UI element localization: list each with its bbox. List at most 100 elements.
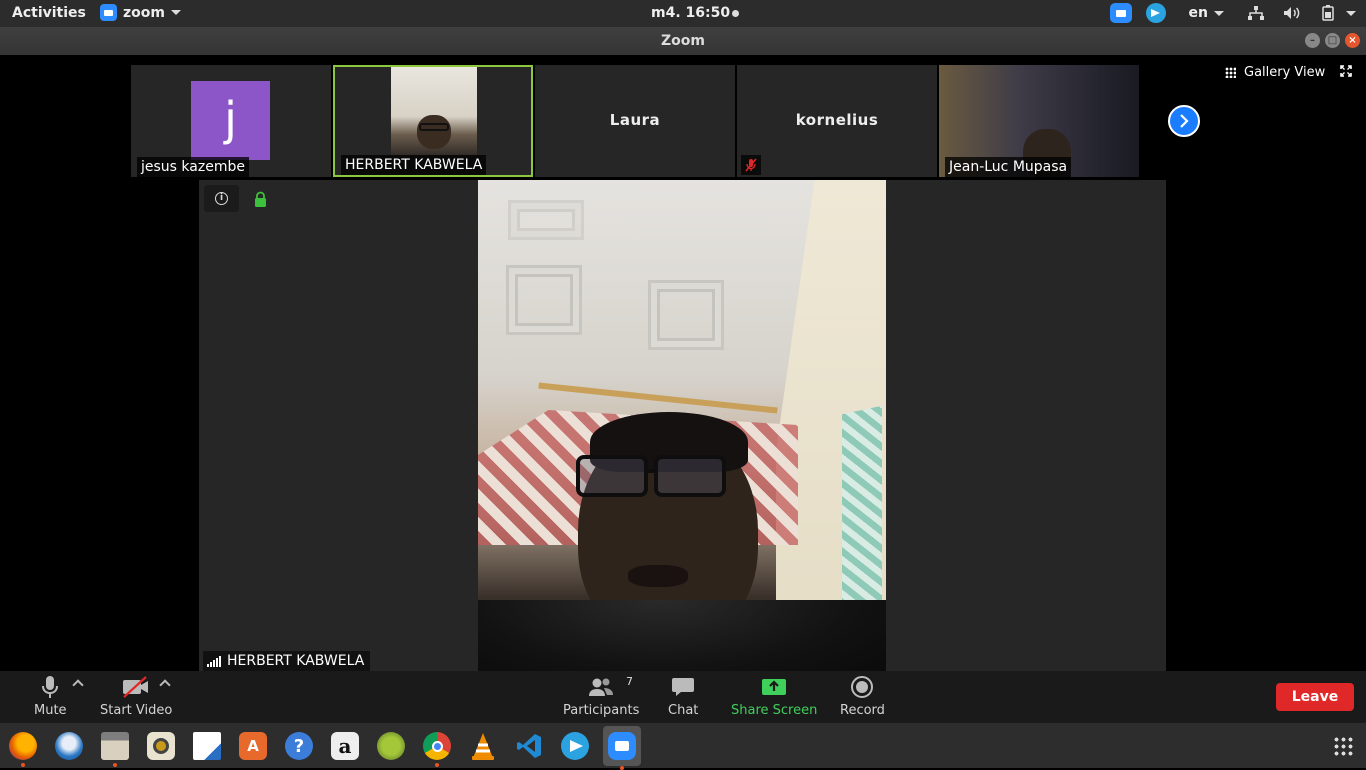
clock[interactable]: m4. 16:50 bbox=[651, 5, 740, 21]
system-top-bar: Activities zoom m4. 16:50 en bbox=[0, 0, 1366, 27]
chat-button[interactable]: Chat bbox=[668, 675, 698, 718]
chat-label: Chat bbox=[668, 703, 699, 718]
participant-tile-herbert-kabwela[interactable]: HERBERT KABWELA bbox=[333, 65, 533, 177]
window-title-bar: Zoom – □ × bbox=[0, 27, 1366, 55]
battery-icon[interactable] bbox=[1317, 3, 1339, 23]
video-curtain-rod bbox=[538, 382, 778, 414]
connection-signal-icon bbox=[207, 655, 221, 667]
amazon-icon[interactable]: a bbox=[328, 729, 362, 763]
video-mouth bbox=[628, 565, 688, 587]
help-icon[interactable]: ? bbox=[282, 729, 316, 763]
fullscreen-icon[interactable] bbox=[1340, 65, 1352, 77]
zoom-tray-icon[interactable] bbox=[1109, 3, 1132, 23]
participant-name: Laura bbox=[609, 111, 661, 129]
participant-video bbox=[391, 67, 477, 157]
participants-icon bbox=[589, 678, 614, 696]
video-face bbox=[417, 115, 451, 149]
clock-text: m4. 16:50 bbox=[651, 5, 731, 21]
show-applications-icon[interactable] bbox=[1333, 736, 1353, 756]
participant-tile-jean-luc-mupasa[interactable]: Jean-Luc Mupasa bbox=[939, 65, 1139, 177]
close-icon[interactable]: × bbox=[1345, 33, 1360, 48]
share-screen-label: Share Screen bbox=[731, 703, 818, 718]
video-off-icon bbox=[123, 676, 149, 698]
app-menu-label: zoom bbox=[123, 4, 165, 21]
video-ceiling-panel bbox=[508, 200, 584, 240]
gallery-view-button[interactable]: Gallery View bbox=[1225, 65, 1325, 80]
amazon-glyph: a bbox=[331, 732, 359, 760]
participant-name: jesus kazembe bbox=[137, 157, 249, 177]
participant-name: HERBERT KABWELA bbox=[341, 155, 487, 175]
vlc-icon[interactable] bbox=[466, 729, 500, 763]
leave-meeting-button[interactable]: Leave bbox=[1276, 683, 1354, 711]
system-tray: en bbox=[1103, 3, 1366, 23]
meeting-info-button[interactable]: i bbox=[204, 185, 239, 212]
video-glasses-right bbox=[654, 455, 726, 497]
participant-strip: j jesus kazembe HERBERT KABWELA Laura ko… bbox=[0, 55, 1366, 180]
next-page-button[interactable] bbox=[1168, 105, 1200, 137]
video-glasses-bridge bbox=[646, 469, 658, 473]
android-glyph bbox=[377, 732, 405, 760]
chevron-down-icon bbox=[1214, 10, 1224, 16]
video-jacket bbox=[478, 600, 886, 671]
meeting-controls-bar: Mute Start Video Participants 7 Chat Sha… bbox=[0, 671, 1366, 723]
thunderbird-icon[interactable] bbox=[52, 729, 86, 763]
running-indicator bbox=[620, 766, 624, 770]
chrome-icon[interactable] bbox=[420, 729, 454, 767]
record-button[interactable]: Record bbox=[840, 675, 885, 718]
video-glasses-left bbox=[576, 455, 648, 497]
speaker-video bbox=[478, 180, 886, 671]
participant-tile-jesus-kazembe[interactable]: j jesus kazembe bbox=[131, 65, 331, 177]
notification-dot-icon bbox=[732, 9, 740, 17]
rhythmbox-icon[interactable] bbox=[144, 729, 178, 763]
window-controls: – □ × bbox=[1305, 33, 1360, 48]
software-center-icon[interactable]: A bbox=[236, 729, 270, 763]
minimize-icon[interactable]: – bbox=[1305, 33, 1320, 48]
chevron-right-icon bbox=[1180, 114, 1189, 128]
maximize-icon[interactable]: □ bbox=[1325, 33, 1340, 48]
vscode-glyph bbox=[517, 734, 541, 758]
volume-icon[interactable] bbox=[1281, 3, 1303, 23]
mute-label: Mute bbox=[34, 703, 67, 718]
zoom-app-icon bbox=[100, 4, 117, 21]
app-menu[interactable]: zoom bbox=[100, 4, 181, 21]
chat-icon bbox=[672, 678, 695, 696]
help-glyph: ? bbox=[285, 732, 313, 760]
files-glyph bbox=[101, 732, 129, 760]
language-selector[interactable]: en bbox=[1189, 5, 1224, 21]
participant-tile-laura[interactable]: Laura bbox=[535, 65, 735, 177]
vscode-icon[interactable] bbox=[512, 729, 546, 763]
zoom-icon[interactable] bbox=[603, 726, 641, 770]
participant-name: Jean-Luc Mupasa bbox=[945, 157, 1072, 177]
mute-button[interactable]: Mute bbox=[34, 675, 67, 718]
network-icon[interactable] bbox=[1245, 3, 1267, 23]
telegram-tray-icon[interactable] bbox=[1145, 3, 1166, 23]
libreoffice-writer-icon[interactable] bbox=[190, 729, 224, 763]
participants-count-badge: 7 bbox=[626, 675, 633, 688]
language-label: en bbox=[1188, 5, 1208, 21]
rhythmbox-glyph bbox=[147, 732, 175, 760]
telegram-icon[interactable] bbox=[558, 729, 592, 763]
participant-tile-kornelius[interactable]: kornelius bbox=[737, 65, 937, 177]
android-studio-icon[interactable] bbox=[374, 729, 408, 763]
active-speaker-name: HERBERT KABWELA bbox=[227, 653, 365, 669]
microphone-icon bbox=[42, 676, 59, 698]
firefox-glyph bbox=[9, 732, 37, 760]
software-center-glyph: A bbox=[239, 732, 267, 760]
telegram-glyph bbox=[561, 732, 589, 760]
encryption-lock-icon[interactable] bbox=[254, 191, 267, 207]
share-screen-button[interactable]: Share Screen bbox=[731, 675, 817, 718]
writer-glyph bbox=[193, 732, 221, 760]
share-screen-icon bbox=[762, 679, 787, 695]
activities-button[interactable]: Activities bbox=[12, 5, 86, 21]
audio-options-chevron-icon[interactable] bbox=[72, 679, 84, 691]
gallery-view-label: Gallery View bbox=[1244, 65, 1326, 80]
firefox-icon[interactable] bbox=[6, 729, 40, 767]
participants-label: Participants bbox=[563, 703, 640, 718]
system-menu-chevron-icon[interactable] bbox=[1346, 10, 1356, 16]
info-icon: i bbox=[215, 192, 228, 205]
running-indicator bbox=[435, 763, 439, 767]
running-indicator bbox=[113, 763, 117, 767]
files-icon[interactable] bbox=[98, 729, 132, 767]
window-title: Zoom bbox=[661, 33, 705, 49]
chevron-down-icon bbox=[170, 10, 181, 15]
